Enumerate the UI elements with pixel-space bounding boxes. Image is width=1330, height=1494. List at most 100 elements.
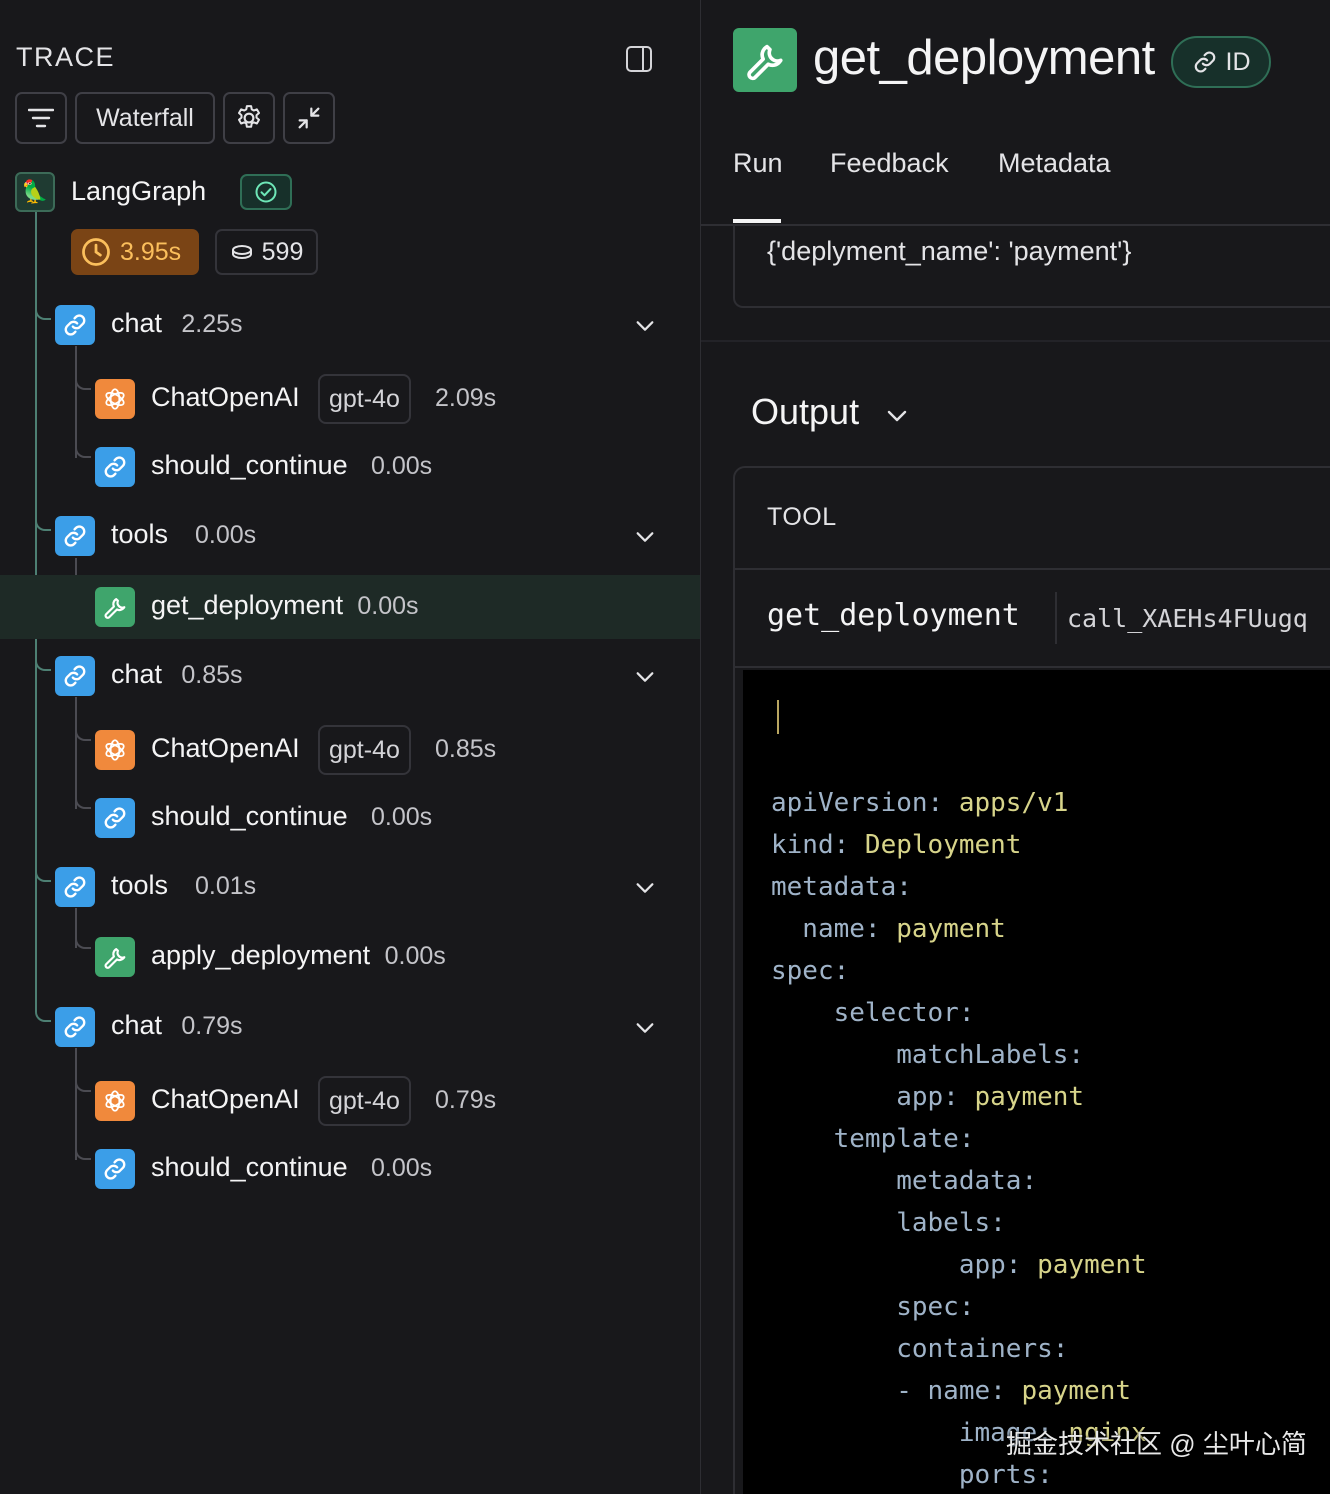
collapse-button[interactable] [283,92,335,144]
token-badge: 599 [215,229,318,275]
run-duration: 0.00s [384,942,446,970]
tree-row-root[interactable]: 🦜 LangGraph [0,160,700,224]
link-icon [102,454,128,480]
tree-row-should-continue[interactable]: should_continue 0.00s [0,435,700,499]
chevron-down-icon[interactable] [634,1017,656,1039]
run-duration: 0.79s [181,1012,243,1040]
chevron-down-icon[interactable] [634,877,656,899]
chevron-down-icon[interactable] [634,315,656,337]
id-label: ID [1225,47,1251,76]
link-icon [62,874,88,900]
yaml-key: app: [771,1250,1038,1280]
yaml-value: payment [1037,1250,1147,1280]
yaml-key: metadata: [771,872,912,902]
filter-button[interactable] [15,92,67,144]
tree-row-chat[interactable]: chat 0.85s [0,644,700,708]
coins-icon [231,245,252,260]
yaml-value: apps/v1 [958,788,1069,818]
check-circle-icon [255,181,277,203]
run-type-badge [95,379,135,419]
panel-toggle-icon[interactable] [626,46,652,72]
yaml-code: apiVersion: apps/v1 kind: Deployment met… [771,782,1147,1494]
latency-value: 3.95s [120,237,182,266]
token-count: 599 [261,237,304,266]
input-text: {'deplyment_name': 'payment'} [767,236,1132,266]
run-duration: 2.09s [435,384,497,412]
message-role-label: TOOL [767,503,837,531]
trace-panel: TRACE Waterfall 🦜 LangGraph 3.95s 599 ch… [0,0,701,1494]
clock-icon [82,238,110,266]
run-duration: 0.85s [181,661,243,689]
output-toggle[interactable]: Output [751,391,859,433]
model-tag: gpt-4o [318,725,411,775]
run-name: ChatOpenAI [151,733,300,763]
run-name: chat [111,659,163,689]
langgraph-parrot-icon: 🦜 [15,172,55,212]
openai-icon [102,1088,128,1114]
settings-button[interactable] [223,92,275,144]
collapse-arrows-icon [298,107,320,129]
trace-title: TRACE [16,42,116,72]
run-name: chat [111,1010,163,1040]
chevron-down-icon[interactable] [634,666,656,688]
tree-row-chatopenai[interactable]: ChatOpenAI gpt-4o 0.85s [0,718,700,782]
tree-row-chatopenai[interactable]: ChatOpenAI gpt-4o 0.79s [0,1069,700,1133]
link-icon [62,1014,88,1040]
link-icon [62,523,88,549]
waterfall-button[interactable]: Waterfall [75,92,215,144]
yaml-key: kind: [771,830,865,860]
run-title: get_deployment [813,31,1155,85]
tree-row-should-continue[interactable]: should_continue 0.00s [0,1137,700,1201]
chevron-down-icon[interactable] [885,404,909,428]
run-type-badge [55,1007,95,1047]
tree-row-chat[interactable]: chat 0.79s [0,995,700,1059]
tab-feedback[interactable]: Feedback [830,148,949,179]
run-type-badge [95,730,135,770]
run-type-badge [95,447,135,487]
run-duration: 0.00s [371,452,433,480]
yaml-key: metadata: [771,1166,1038,1196]
yaml-key: selector: [771,998,975,1028]
tree-row-tools[interactable]: tools 0.00s [0,504,700,568]
tool-name: get_deployment [767,598,1020,633]
tree-row-apply-deployment[interactable]: apply_deployment 0.00s [0,925,700,989]
copy-id-button[interactable]: ID [1171,36,1271,88]
openai-icon [102,737,128,763]
yaml-key: template: [771,1124,975,1154]
tree-row-chat[interactable]: chat 2.25s [0,293,700,357]
tree-row-get-deployment[interactable]: get_deployment 0.00s [0,575,700,639]
run-duration: 0.00s [195,521,257,549]
text-cursor [777,700,779,734]
model-tag: gpt-4o [318,1076,411,1126]
tree-row-should-continue[interactable]: should_continue 0.00s [0,786,700,850]
link-icon [62,663,88,689]
yaml-key: spec: [771,956,850,986]
yaml-key: ports: [771,1460,1053,1490]
gear-icon [238,105,260,128]
code-output[interactable]: apiVersion: apps/v1 kind: Deployment met… [743,670,1330,1494]
run-type-badge [55,305,95,345]
tree-row-tools[interactable]: tools 0.01s [0,855,700,919]
tab-run[interactable]: Run [733,148,783,179]
yaml-value: payment [974,1082,1085,1112]
divider [735,568,1330,570]
chevron-down-icon[interactable] [634,526,656,548]
link-icon [62,312,88,338]
openai-icon [102,386,128,412]
run-duration: 0.00s [357,592,419,620]
run-type-badge [95,1149,135,1189]
yaml-key: containers: [771,1334,1069,1364]
success-badge [240,174,292,210]
wrench-icon [102,594,128,620]
divider [735,666,1330,668]
yaml-key: app: [771,1082,975,1112]
yaml-key: spec: [771,1292,975,1322]
tab-metadata[interactable]: Metadata [998,148,1111,179]
run-type-badge [95,1081,135,1121]
watermark: 掘金技术社区 @ 尘叶心简 [1006,1429,1307,1459]
run-type-badge [95,798,135,838]
run-type-badge [55,516,95,556]
tree-row-chatopenai[interactable]: ChatOpenAI gpt-4o 2.09s [0,367,700,431]
run-detail-panel: get_deployment ID Run Feedback Metadata … [701,0,1330,1494]
run-name: tools [111,870,169,900]
